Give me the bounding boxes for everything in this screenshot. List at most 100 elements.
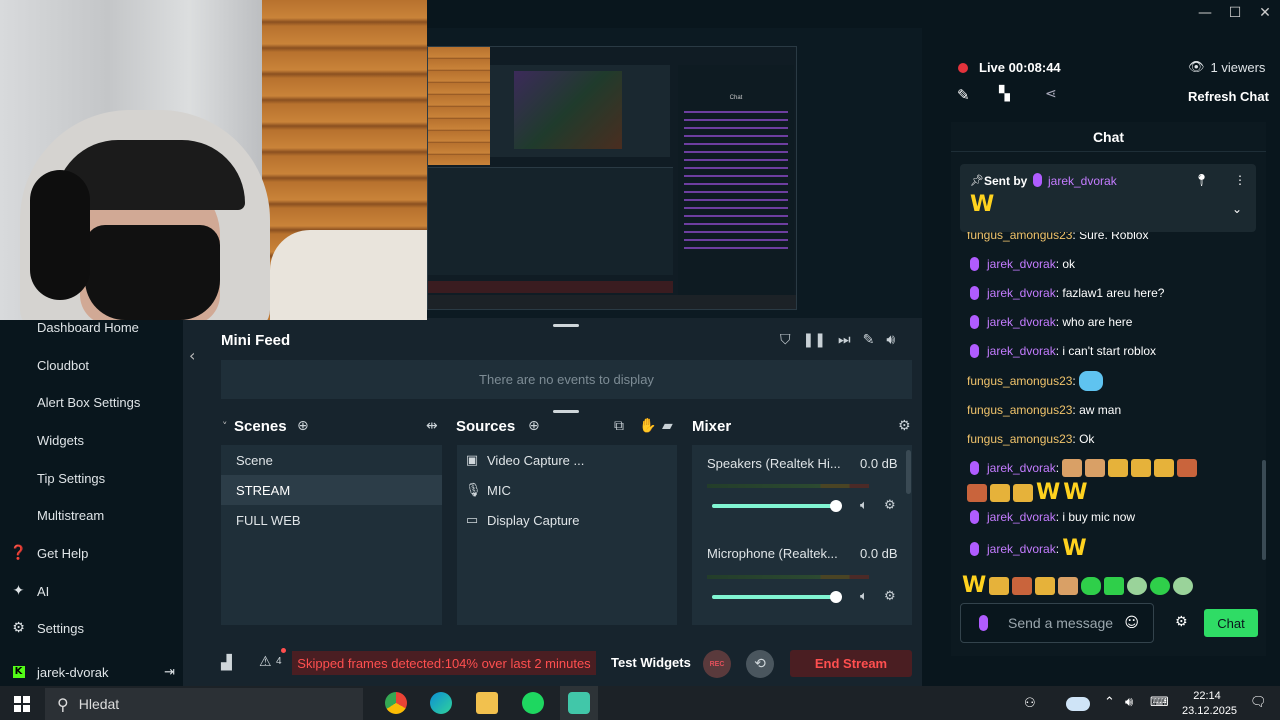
emoji-icon[interactable]: ☺	[1124, 615, 1139, 631]
speaker-icon[interactable]: 🔈︎	[860, 498, 868, 513]
chat-send-button[interactable]: Chat	[1204, 609, 1258, 637]
sidebar-user[interactable]: K jarek-dvorak ⇥	[0, 655, 183, 689]
chrome-icon[interactable]	[385, 692, 407, 714]
pinned-user[interactable]: jarek_dvorak	[1048, 174, 1117, 188]
cat-emote	[1079, 371, 1104, 391]
source-item[interactable]: ▭ Display Capture	[465, 505, 580, 535]
channel-settings-icon[interactable]: ⚙	[884, 589, 896, 604]
mixer-scrollbar[interactable]	[906, 450, 911, 494]
speaker-icon[interactable]: 🔈︎	[860, 589, 868, 604]
chat-username[interactable]: jarek_dvorak	[987, 461, 1056, 475]
mixer-settings-icon[interactable]: ⚙	[898, 418, 911, 434]
test-widgets-button[interactable]: Test Widgets	[611, 655, 691, 670]
chat-username[interactable]: fungus_amongus23	[967, 403, 1072, 417]
chat-settings-icon[interactable]: ⚙	[1175, 614, 1188, 630]
scene-item[interactable]: FULL WEB	[221, 505, 442, 535]
refresh-chat-button[interactable]: Refresh Chat	[1188, 89, 1269, 104]
chat-username[interactable]: fungus_amongus23	[967, 432, 1072, 446]
onedrive-icon[interactable]	[1066, 697, 1090, 711]
volume-icon[interactable]: 🔊︎	[1125, 695, 1133, 710]
replay-icon: ⟲	[754, 656, 766, 672]
mute-alerts-icon[interactable]: ✎	[863, 332, 875, 348]
chat-username[interactable]: jarek_dvorak	[987, 344, 1056, 358]
maximize-icon[interactable]: ☐	[1220, 0, 1250, 26]
chevron-up-icon[interactable]: ⌃	[1104, 695, 1115, 710]
scene-transitions-icon[interactable]: ⇹	[426, 418, 438, 434]
volume-slider-thumb[interactable]	[830, 591, 842, 603]
source-selection-icon[interactable]: ⧉	[614, 418, 624, 434]
replay-buffer-button[interactable]: ⟲	[746, 650, 774, 678]
pinned-message[interactable]: 📌︎ Sent by jarek_dvorak W 📍︎ ⋮ ⌄	[960, 164, 1256, 232]
chat-username[interactable]: jarek_dvorak	[987, 257, 1056, 271]
edge-icon[interactable]	[430, 692, 452, 714]
chat-input-box[interactable]: Send a message ☺	[960, 603, 1154, 643]
preview-chat-title: Chat	[729, 95, 743, 101]
chat-username[interactable]: jarek_dvorak	[987, 510, 1056, 524]
taskbar-search[interactable]: ⚲ Hledat	[45, 688, 363, 720]
logout-icon[interactable]: ⇥	[164, 665, 175, 680]
scene-item-active[interactable]: STREAM	[221, 475, 442, 505]
webcam-feed	[0, 0, 427, 320]
add-scene-icon[interactable]: ⊕	[297, 418, 309, 434]
source-item[interactable]: 🎙︎ MIC	[465, 475, 511, 505]
volume-icon[interactable]: 🔊︎	[886, 332, 895, 348]
chevron-down-icon[interactable]: ⌄	[1232, 202, 1242, 216]
clip-icon[interactable]: ▚	[999, 86, 1010, 102]
sidebar-item-ai[interactable]: ✦ AI	[0, 574, 183, 608]
chat-username[interactable]: jarek_dvorak	[987, 542, 1056, 556]
chat-message: fungus_amongus23:	[967, 371, 1106, 391]
volume-slider-thumb[interactable]	[830, 500, 842, 512]
sidebar-item-tip-settings[interactable]: Tip Settings	[0, 461, 183, 495]
resize-handle-middle[interactable]	[553, 410, 579, 413]
sidebar-item-widgets[interactable]: Widgets	[0, 423, 183, 457]
chevron-down-icon[interactable]: ˅	[222, 420, 228, 433]
chat-text: fazlaw1 areu here?	[1062, 286, 1165, 300]
sidebar-item-alert-box-settings[interactable]: Alert Box Settings	[0, 385, 183, 419]
people-icon[interactable]: ⚇	[1024, 696, 1036, 711]
chat-username[interactable]: fungus_amongus23	[967, 374, 1072, 388]
chat-message: jarek_dvorak: who are here	[967, 315, 1132, 329]
file-explorer-icon[interactable]	[476, 692, 498, 714]
chat-text: i buy mic now	[1062, 510, 1136, 524]
more-options-icon[interactable]: ⋮	[1234, 173, 1246, 187]
source-item[interactable]: ▣ Video Capture ...	[465, 445, 584, 475]
sidebar-item-get-help[interactable]: ❓ Get Help	[0, 536, 183, 570]
share-icon[interactable]: ⋖	[1045, 86, 1057, 102]
chat-username[interactable]: jarek_dvorak	[987, 286, 1056, 300]
volume-slider-fill	[712, 595, 836, 599]
taskbar-clock[interactable]: 22:14 23.12.2025	[1182, 689, 1237, 719]
notification-center-icon[interactable]: 🗨︎	[1250, 695, 1267, 710]
warning-icon[interactable]: ⚠	[259, 654, 272, 670]
chat-username[interactable]: jarek_dvorak	[987, 315, 1056, 329]
collapse-sidebar-icon[interactable]: ‹	[189, 346, 195, 365]
scene-item[interactable]: Scene	[221, 445, 442, 475]
resize-handle-top[interactable]	[553, 324, 579, 327]
edit-stream-icon[interactable]: ✎	[957, 86, 970, 104]
sidebar-item-cloudbot[interactable]: Cloudbot	[0, 348, 183, 382]
keyboard-icon[interactable]: ⌨	[1150, 695, 1169, 710]
face-emote	[1012, 576, 1033, 595]
chat-message: fungus_amongus23: Ok	[967, 432, 1095, 446]
chat-input-placeholder[interactable]: Send a message	[1008, 615, 1113, 631]
sidebar-item-dashboard-home[interactable]: Dashboard Home	[0, 310, 183, 344]
record-button[interactable]: REC	[703, 650, 731, 678]
windows-start-icon[interactable]	[14, 696, 30, 712]
channel-settings-icon[interactable]: ⚙	[884, 498, 896, 513]
filter-icon[interactable]: ⛉	[780, 332, 791, 348]
unpin-icon[interactable]: 📍︎	[1194, 173, 1209, 187]
skipped-frames-warning[interactable]: Skipped frames detected:104% over last 2…	[292, 651, 596, 675]
sidebar-item-settings[interactable]: ⚙ Settings	[0, 611, 183, 645]
close-icon[interactable]: ✕	[1250, 0, 1280, 26]
add-source-icon[interactable]: ⊕	[528, 418, 540, 434]
stats-icon[interactable]: ▟	[221, 655, 232, 671]
skip-icon[interactable]: ⏭	[838, 332, 851, 348]
chat-scrollbar[interactable]	[1262, 460, 1266, 560]
minimize-icon[interactable]: —	[1190, 0, 1220, 26]
chat-title: Chat	[951, 122, 1266, 152]
sidebar-item-multistream[interactable]: Multistream	[0, 498, 183, 532]
end-stream-button[interactable]: End Stream	[790, 650, 912, 677]
folder-icon[interactable]: ▰	[662, 418, 673, 434]
group-sources-icon[interactable]: ✋	[639, 418, 656, 434]
pause-icon[interactable]: ❚❚	[803, 332, 826, 348]
spotify-icon[interactable]	[522, 692, 544, 714]
